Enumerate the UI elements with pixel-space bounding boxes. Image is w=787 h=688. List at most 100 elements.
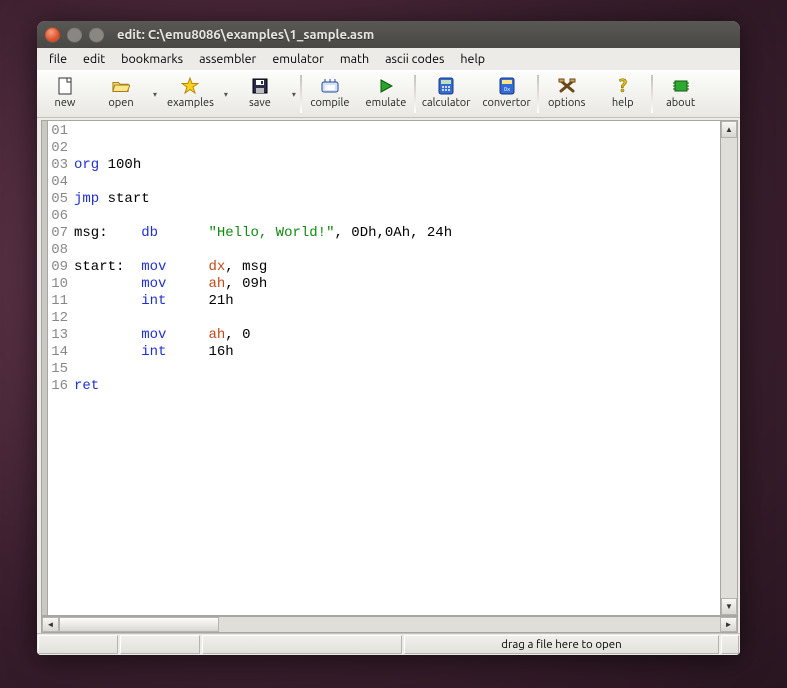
line-content[interactable]: jmp start bbox=[74, 191, 720, 208]
code-line[interactable]: 04 bbox=[48, 174, 720, 191]
line-number: 16 bbox=[48, 378, 74, 395]
line-content[interactable] bbox=[74, 123, 720, 140]
horizontal-scrollbar[interactable]: ◄ ► bbox=[41, 616, 738, 633]
code-line[interactable]: 08 bbox=[48, 242, 720, 259]
line-content[interactable]: msg: db "Hello, World!", 0Dh,0Ah, 24h bbox=[74, 225, 720, 242]
drop-hint-cell[interactable]: drag a file here to open bbox=[404, 635, 719, 654]
menu-edit[interactable]: edit bbox=[75, 50, 113, 68]
line-number: 09 bbox=[48, 259, 74, 276]
new-button[interactable]: new bbox=[37, 71, 93, 117]
code-line[interactable]: 01 bbox=[48, 123, 720, 140]
line-content[interactable] bbox=[74, 174, 720, 191]
convertor-button[interactable]: 0x convertor bbox=[476, 71, 536, 117]
toolbar-label: help bbox=[612, 97, 634, 109]
line-content[interactable]: ret bbox=[74, 378, 720, 395]
toolbar-label: emulate bbox=[366, 97, 407, 109]
line-content[interactable] bbox=[74, 361, 720, 378]
code-line[interactable]: 14 int 16h bbox=[48, 344, 720, 361]
resize-grip[interactable] bbox=[721, 635, 739, 654]
code-line[interactable]: 10 mov ah, 09h bbox=[48, 276, 720, 293]
code-line[interactable]: 12 bbox=[48, 310, 720, 327]
line-content[interactable]: org 100h bbox=[74, 157, 720, 174]
code-editor[interactable]: 010203org 100h0405jmp start0607msg: db "… bbox=[48, 121, 720, 615]
line-number: 03 bbox=[48, 157, 74, 174]
code-line[interactable]: 06 bbox=[48, 208, 720, 225]
line-content[interactable] bbox=[74, 140, 720, 157]
menu-emulator[interactable]: emulator bbox=[264, 50, 332, 68]
hscroll-thumb[interactable] bbox=[59, 617, 219, 632]
code-line[interactable]: 16ret bbox=[48, 378, 720, 395]
svg-text:?: ? bbox=[619, 77, 627, 95]
scroll-track[interactable] bbox=[721, 138, 737, 598]
line-content[interactable]: mov ah, 0 bbox=[74, 327, 720, 344]
line-number: 04 bbox=[48, 174, 74, 191]
open-button[interactable]: open bbox=[93, 71, 149, 117]
save-icon bbox=[251, 77, 269, 95]
new-icon bbox=[56, 77, 74, 95]
line-content[interactable]: start: mov dx, msg bbox=[74, 259, 720, 276]
minimize-icon[interactable] bbox=[67, 27, 82, 42]
line-content[interactable] bbox=[74, 310, 720, 327]
line-number: 01 bbox=[48, 123, 74, 140]
about-button[interactable]: about bbox=[653, 71, 709, 117]
line-number: 02 bbox=[48, 140, 74, 157]
menu-ascii-codes[interactable]: ascii codes bbox=[377, 50, 452, 68]
line-content[interactable] bbox=[74, 208, 720, 225]
calc-icon bbox=[437, 77, 455, 95]
maximize-icon[interactable] bbox=[89, 27, 104, 42]
scroll-up-button[interactable]: ▲ bbox=[721, 121, 737, 138]
scroll-down-button[interactable]: ▼ bbox=[721, 598, 737, 615]
line-content[interactable] bbox=[74, 242, 720, 259]
line-content[interactable]: int 21h bbox=[74, 293, 720, 310]
play-icon bbox=[377, 77, 395, 95]
close-icon[interactable] bbox=[45, 27, 60, 42]
save-button[interactable]: save bbox=[232, 71, 288, 117]
line-number: 10 bbox=[48, 276, 74, 293]
toolbar-label: save bbox=[249, 97, 271, 109]
calculator-button[interactable]: calculator bbox=[416, 71, 476, 117]
open-dropdown[interactable]: ▾ bbox=[149, 71, 161, 117]
examples-button[interactable]: examples bbox=[161, 71, 220, 117]
titlebar[interactable]: edit: C:\emu8086\examples\1_sample.asm bbox=[37, 21, 740, 48]
options-button[interactable]: options bbox=[539, 71, 595, 117]
toolbar-label: calculator bbox=[422, 97, 470, 109]
opts-icon bbox=[558, 77, 576, 95]
line-content[interactable]: mov ah, 09h bbox=[74, 276, 720, 293]
menu-file[interactable]: file bbox=[41, 50, 75, 68]
help-button[interactable]: ? help bbox=[595, 71, 651, 117]
scroll-left-button[interactable]: ◄ bbox=[42, 617, 59, 632]
code-line[interactable]: 13 mov ah, 0 bbox=[48, 327, 720, 344]
line-number: 14 bbox=[48, 344, 74, 361]
code-line[interactable]: 02 bbox=[48, 140, 720, 157]
examples-dropdown[interactable]: ▾ bbox=[220, 71, 232, 117]
menu-bookmarks[interactable]: bookmarks bbox=[113, 50, 191, 68]
code-line[interactable]: 07msg: db "Hello, World!", 0Dh,0Ah, 24h bbox=[48, 225, 720, 242]
code-line[interactable]: 09start: mov dx, msg bbox=[48, 259, 720, 276]
line-number: 08 bbox=[48, 242, 74, 259]
vertical-scrollbar[interactable]: ▲ ▼ bbox=[720, 121, 737, 615]
compile-button[interactable]: compile bbox=[302, 71, 358, 117]
menu-assembler[interactable]: assembler bbox=[191, 50, 264, 68]
editor-frame: 010203org 100h0405jmp start0607msg: db "… bbox=[41, 120, 738, 616]
toolbar-label: new bbox=[55, 97, 76, 109]
code-line[interactable]: 03org 100h bbox=[48, 157, 720, 174]
scroll-right-button[interactable]: ► bbox=[720, 617, 737, 632]
toolbar-label: about bbox=[666, 97, 695, 109]
toolbar-label: examples bbox=[167, 97, 214, 109]
code-line[interactable]: 11 int 21h bbox=[48, 293, 720, 310]
line-number: 05 bbox=[48, 191, 74, 208]
menu-math[interactable]: math bbox=[332, 50, 377, 68]
line-number: 12 bbox=[48, 310, 74, 327]
save-dropdown[interactable]: ▾ bbox=[288, 71, 300, 117]
toolbar: newopen▾examples▾save▾compileemulatecalc… bbox=[37, 70, 740, 118]
emulate-button[interactable]: emulate bbox=[358, 71, 414, 117]
toolbar-label: convertor bbox=[482, 97, 530, 109]
conv-icon: 0x bbox=[498, 77, 516, 95]
svg-text:0x: 0x bbox=[503, 86, 509, 93]
code-line[interactable]: 15 bbox=[48, 361, 720, 378]
hscroll-track[interactable] bbox=[59, 617, 720, 632]
menu-help[interactable]: help bbox=[452, 50, 493, 68]
code-line[interactable]: 05jmp start bbox=[48, 191, 720, 208]
line-number: 07 bbox=[48, 225, 74, 242]
line-content[interactable]: int 16h bbox=[74, 344, 720, 361]
